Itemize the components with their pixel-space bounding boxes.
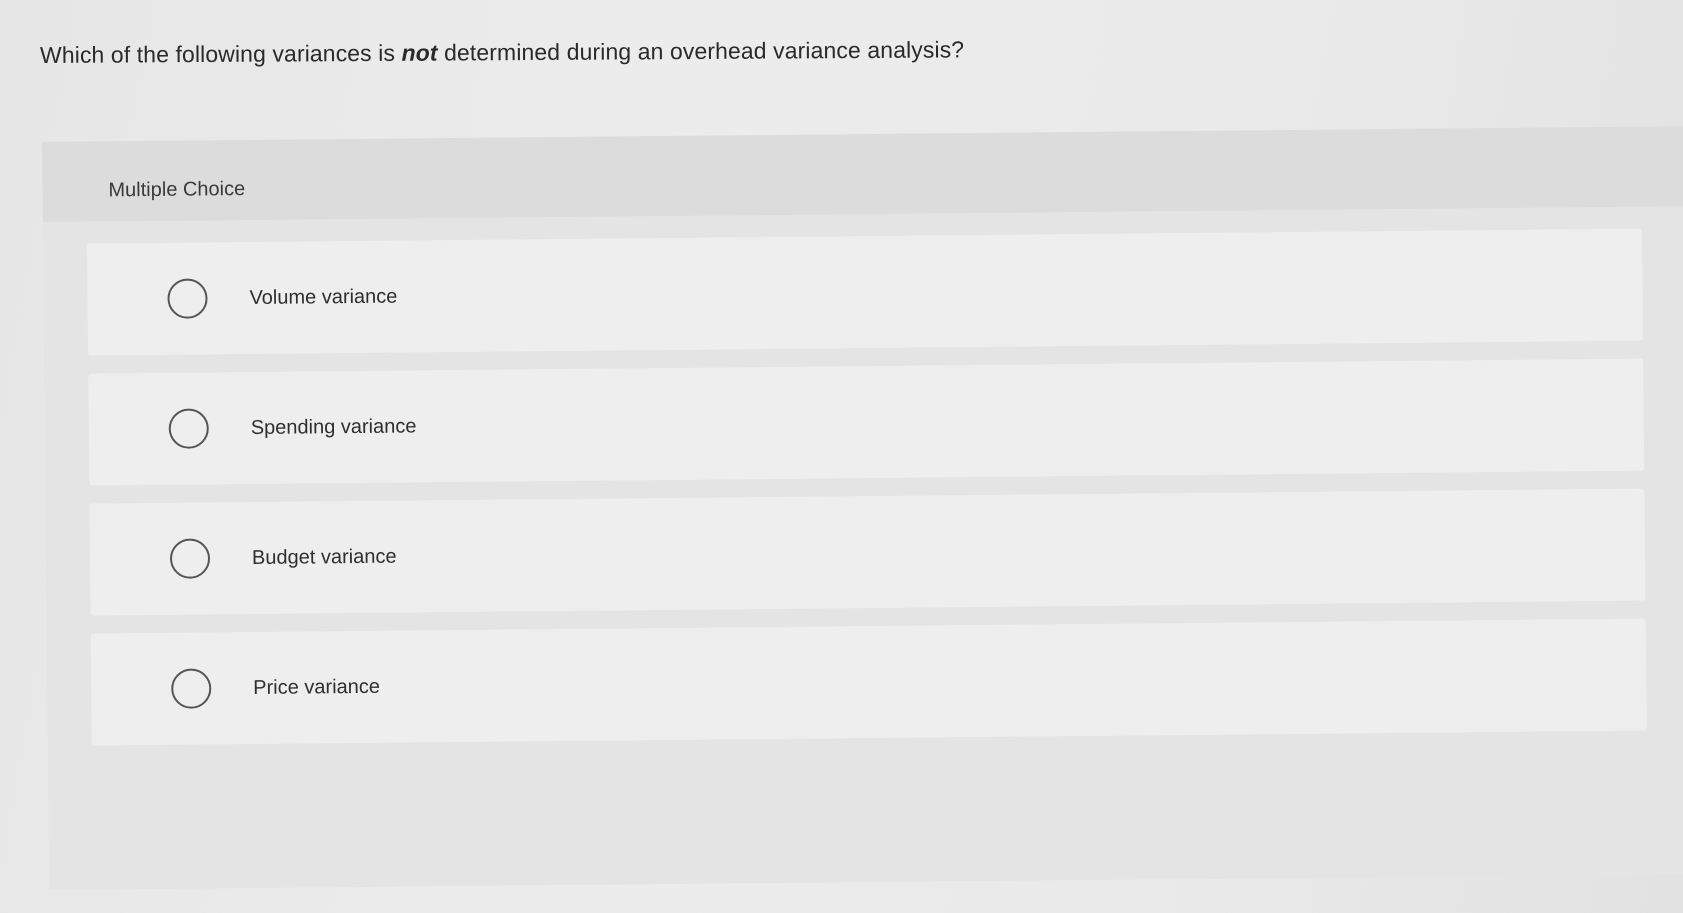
option-label: Price variance	[253, 675, 381, 699]
option-label: Spending variance	[250, 415, 417, 440]
radio-button[interactable]	[168, 408, 209, 449]
panel-header: Multiple Choice	[42, 126, 1683, 222]
multiple-choice-panel: Multiple Choice Volume variance Spending…	[42, 126, 1683, 890]
question-text: Which of the following variances is not …	[40, 36, 964, 69]
option-price-variance[interactable]: Price variance	[90, 618, 1647, 746]
question-suffix: determined during an overhead variance a…	[437, 36, 965, 66]
radio-button[interactable]	[169, 538, 211, 579]
option-spending-variance[interactable]: Spending variance	[88, 358, 1645, 486]
panel-label: Multiple Choice	[108, 178, 246, 202]
option-label: Volume variance	[249, 285, 398, 310]
option-volume-variance[interactable]: Volume variance	[86, 228, 1643, 356]
radio-button[interactable]	[171, 668, 212, 709]
question-emphasis: not	[401, 39, 438, 66]
radio-button[interactable]	[167, 278, 208, 319]
question-prefix: Which of the following variances is	[39, 39, 402, 68]
option-budget-variance[interactable]: Budget variance	[89, 488, 1646, 616]
option-label: Budget variance	[251, 545, 397, 570]
